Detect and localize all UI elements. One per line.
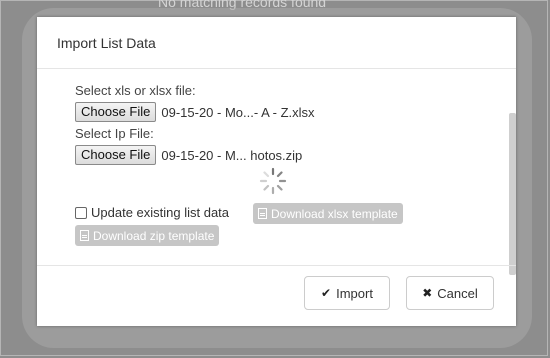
ip-file-input[interactable]: Choose File 09-15-20 - M... hotos.zip bbox=[75, 145, 302, 165]
import-dialog: Import List Data Select xls or xlsx file… bbox=[37, 17, 516, 326]
x-icon: ✖ bbox=[422, 286, 433, 300]
dialog-header: Import List Data bbox=[37, 17, 516, 69]
file-icon bbox=[80, 230, 89, 241]
download-xlsx-label: Download xlsx template bbox=[271, 206, 398, 221]
file-icon bbox=[258, 208, 267, 219]
checkmark-icon: ✔ bbox=[321, 286, 332, 300]
update-existing-label: Update existing list data bbox=[91, 205, 230, 220]
cancel-button-label: Cancel bbox=[437, 285, 478, 301]
dialog-body: Select xls or xlsx file: Choose File 09-… bbox=[37, 69, 516, 275]
xls-file-label: Select xls or xlsx file: bbox=[75, 83, 196, 98]
xls-choose-file-button[interactable]: Choose File bbox=[75, 102, 157, 122]
update-existing-checkbox[interactable] bbox=[75, 206, 87, 219]
import-button-label: Import bbox=[336, 285, 373, 301]
loading-spinner-icon bbox=[259, 167, 287, 195]
ip-choose-file-button[interactable]: Choose File bbox=[75, 145, 157, 165]
download-zip-template-button[interactable]: Download zip template bbox=[75, 225, 220, 246]
ip-file-label: Select Ip File: bbox=[75, 126, 154, 141]
update-existing-row[interactable]: Update existing list data bbox=[75, 205, 229, 220]
download-zip-label: Download zip template bbox=[93, 228, 215, 243]
download-xlsx-template-button[interactable]: Download xlsx template bbox=[253, 203, 403, 224]
dialog-scrollbar[interactable] bbox=[509, 113, 516, 275]
xls-selected-file: 09-15-20 - Mo...- A - Z.xlsx bbox=[161, 104, 315, 120]
dialog-footer: ✔ Import ✖ Cancel bbox=[37, 265, 516, 326]
dialog-title: Import List Data bbox=[57, 35, 156, 51]
cancel-button[interactable]: ✖ Cancel bbox=[406, 276, 494, 310]
ip-selected-file: 09-15-20 - M... hotos.zip bbox=[161, 147, 303, 163]
import-button[interactable]: ✔ Import bbox=[304, 276, 390, 310]
xls-file-input[interactable]: Choose File 09-15-20 - Mo...- A - Z.xlsx bbox=[75, 102, 315, 122]
